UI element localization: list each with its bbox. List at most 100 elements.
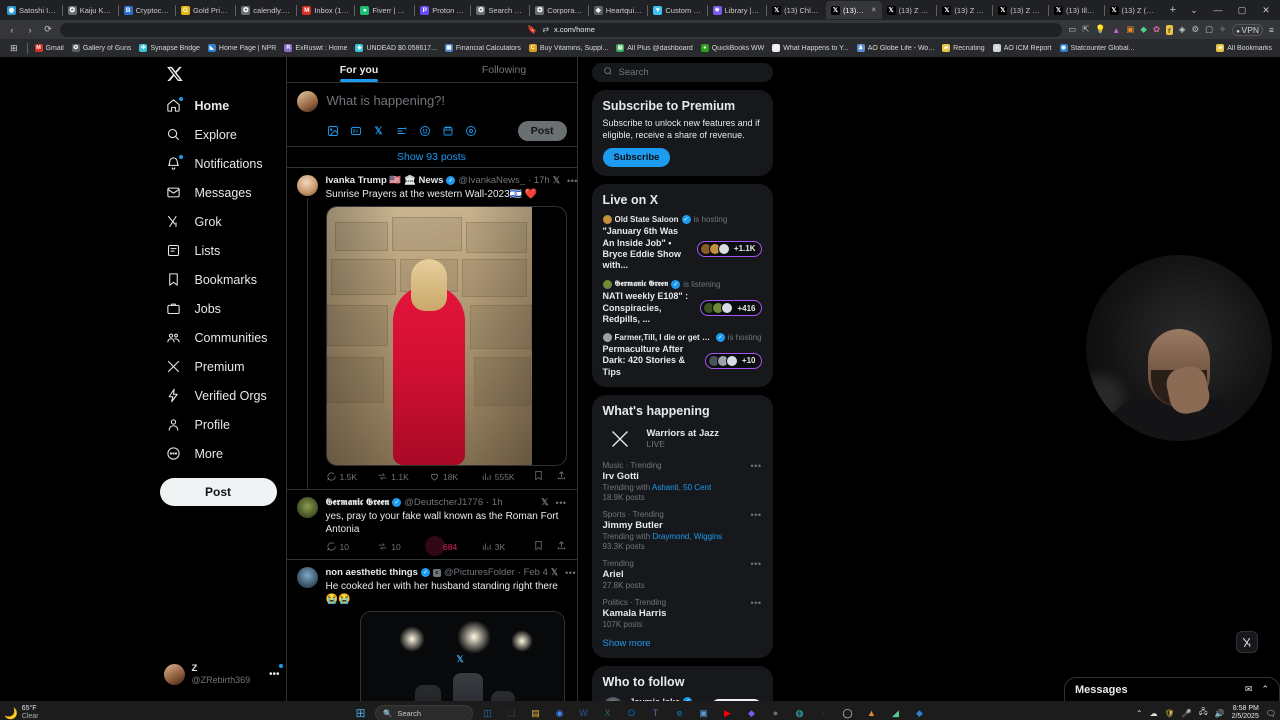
trend-item[interactable]: Politics · Trending Kamala Harris 107K pos… [603, 598, 762, 629]
browser-tab[interactable]: ▼Custom Cos [648, 1, 706, 19]
file-explorer-icon[interactable]: ▤ [526, 704, 545, 720]
ext-orange-icon[interactable]: ▣ [1126, 24, 1134, 35]
teams-icon[interactable]: T [646, 704, 665, 720]
browser-menu-icon[interactable]: ≡ [1269, 25, 1274, 35]
browser-tab[interactable]: ✪Search Engi [471, 1, 529, 19]
ext-pink-icon[interactable]: ✿ [1153, 24, 1160, 35]
avatar[interactable] [296, 567, 318, 588]
grok-icon[interactable]: 𝕏 [373, 125, 385, 137]
sidebar-item-explore[interactable]: Explore [158, 120, 286, 149]
tweet-author-name[interactable]: 𝕲𝖊𝖗𝖒𝖆𝖓𝖎𝖈 𝕲𝖗𝖊𝖊𝖓 [326, 497, 390, 508]
sidebar-item-bookmarks[interactable]: Bookmarks [158, 265, 286, 294]
views-button[interactable]: 3K [481, 541, 533, 552]
account-switcher[interactable]: Z @ZRebirth369 ••• [158, 660, 286, 689]
bookmark-icon[interactable]: 🔖 [527, 25, 537, 34]
ext-blue-icon[interactable]: ◈ [1179, 24, 1186, 35]
bookmark-button[interactable] [533, 540, 544, 553]
youtube-icon[interactable]: ▶ [718, 704, 737, 720]
bookmark-button[interactable] [533, 470, 544, 483]
bookmark-item[interactable]: ♟ AO Globe Life - Wo... [853, 44, 938, 52]
sidebar-item-lists[interactable]: Lists [158, 236, 286, 265]
more-icon[interactable]: ••• [567, 176, 577, 186]
bookmark-item[interactable]: ▦ Financial Calculators [441, 44, 525, 52]
tweet-author-handle[interactable]: @DeutscherJ1776 [404, 497, 483, 508]
sidebar-item-more[interactable]: More [158, 439, 286, 468]
browser-tab[interactable]: ◉Satoshi Islan [2, 1, 62, 19]
tweet-author-handle[interactable]: @IvankaNews_ [458, 175, 525, 186]
app-white-icon[interactable]: ◯ [838, 704, 857, 720]
tab-for-you[interactable]: For you [287, 57, 432, 82]
bookmark-item[interactable]: ✪ Gallery of Guns [68, 44, 136, 52]
app-blue-icon[interactable]: ◆ [910, 704, 929, 720]
forward-button[interactable]: › [24, 25, 36, 35]
browser-tab[interactable]: 𝕏(13) Z (@ZR [1105, 1, 1164, 19]
tweet[interactable]: non aesthetic things ✓ c @PicturesFolder… [287, 560, 577, 701]
tweet-media-video[interactable]: 𝕏 [359, 611, 565, 701]
browser-tab[interactable]: BCryptocurre [119, 1, 175, 19]
sidebar-item-verified-orgs[interactable]: Verified Orgs [158, 381, 286, 410]
taskbar-clock[interactable]: 8:58 PM 2/5/2025 [1232, 705, 1259, 720]
mic-icon[interactable]: 🎤 [1182, 709, 1192, 718]
trend-more-icon[interactable]: ••• [751, 461, 762, 471]
browser-tab[interactable]: GGold Price C [176, 1, 235, 19]
browser-tab[interactable]: 𝕏(13) Chloe Y [767, 1, 826, 19]
tray-chevron-icon[interactable]: ⌃ [1136, 709, 1143, 718]
bookmark-item[interactable]: ◣ Home Page | NPR [204, 44, 280, 52]
browser-tab[interactable]: 𝕏(13) Z on X [937, 1, 992, 19]
browser-tab[interactable]: 𝕏(13) Illumin [1049, 1, 1103, 19]
settings-icon[interactable]: ⚙ [1191, 24, 1199, 35]
browser-tab[interactable]: ✪calendly.com [236, 1, 296, 19]
browser-tab[interactable]: ✷Library | Loo [708, 1, 766, 19]
avatar[interactable] [296, 497, 318, 518]
taskbar-search-box[interactable]: 🔍 Search [375, 704, 473, 720]
x-logo[interactable] [158, 57, 196, 91]
window-icon[interactable]: ▢ [1205, 24, 1213, 35]
tweet[interactable]: 𝕲𝖊𝖗𝖒𝖆𝖓𝖎𝖈 𝕲𝖗𝖊𝖊𝖓 ✓ @DeutscherJ1776 · 1h 𝕏 … [286, 490, 577, 560]
vpn-badge[interactable]: ● VPN [1232, 23, 1264, 36]
ext-gray-icon[interactable]: ✧ [1219, 24, 1226, 35]
onedrive-icon[interactable]: ☁ [1150, 709, 1158, 718]
outlook-icon[interactable]: O [622, 704, 641, 720]
bookmark-item[interactable]: C Buy Vitamins, Suppl... [525, 44, 612, 52]
browser-tab[interactable]: ◈Heartquist H [589, 1, 648, 19]
bookmark-item[interactable]: R ExRuswt : Home [280, 44, 351, 52]
volume-icon[interactable]: 🔊 [1215, 709, 1225, 718]
browser-tab[interactable]: ✪Corporate E [530, 1, 587, 19]
grok-icon[interactable]: 𝕏 [551, 567, 558, 578]
tweet[interactable]: Ivanka Trump 🇺🇸 🏛 News ✓ @IvankaNews_ · … [286, 168, 577, 490]
reply-button[interactable]: 10 [326, 541, 378, 552]
trend-more-icon[interactable]: ••• [751, 559, 762, 569]
network-icon[interactable]: 🖧 [1199, 706, 1208, 720]
composer-post-button[interactable]: Post [517, 121, 567, 141]
sidebar-item-profile[interactable]: Profile [158, 410, 286, 439]
bookmark-item[interactable]: F What Happens to Y... [768, 44, 853, 52]
app-orange-icon[interactable]: ▲ [862, 704, 881, 720]
chevron-up-icon[interactable]: ⌃ [1261, 684, 1269, 695]
tweet-author-name[interactable]: non aesthetic things [326, 567, 418, 578]
sidebar-item-home[interactable]: Home [158, 91, 286, 120]
views-button[interactable]: 555K [481, 471, 533, 482]
bookmark-item[interactable]: ◈ UNDEAD $0.058617... [351, 44, 440, 52]
edge-icon[interactable]: e [670, 704, 689, 720]
trend-related-link[interactable]: 50 Cent [683, 483, 711, 492]
back-button[interactable]: ‹ [6, 25, 18, 35]
browser-tab[interactable]: 𝕏(13) Z on X [993, 1, 1048, 19]
address-bar[interactable]: 🔖 ⇄ x.com/home [60, 22, 1063, 37]
warn-icon[interactable]: ▲ [1112, 25, 1120, 35]
tab-list-button[interactable]: ⌄ [1182, 5, 1206, 16]
app-dark-icon[interactable]: ◐ [814, 704, 833, 720]
browser-tab[interactable]: PProton Mail [415, 1, 470, 19]
more-icon[interactable]: ••• [565, 568, 576, 578]
sidebar-item-grok[interactable]: Grok [158, 207, 286, 236]
post-button[interactable]: Post [159, 478, 277, 506]
share-button[interactable] [556, 470, 567, 483]
tab-close-icon[interactable]: ✕ [871, 6, 877, 14]
tweet-media-photo[interactable] [325, 206, 567, 466]
security-icon[interactable]: 🛡 [1165, 709, 1175, 718]
image-icon[interactable] [327, 125, 339, 137]
reload-button[interactable]: ⟳ [42, 24, 54, 35]
store-icon[interactable]: ▣ [694, 704, 713, 720]
browser-tab[interactable]: ✪Kaiju Kings [63, 1, 118, 19]
sidebar-item-messages[interactable]: Messages [158, 178, 286, 207]
app-gray-icon[interactable]: ● [766, 704, 785, 720]
